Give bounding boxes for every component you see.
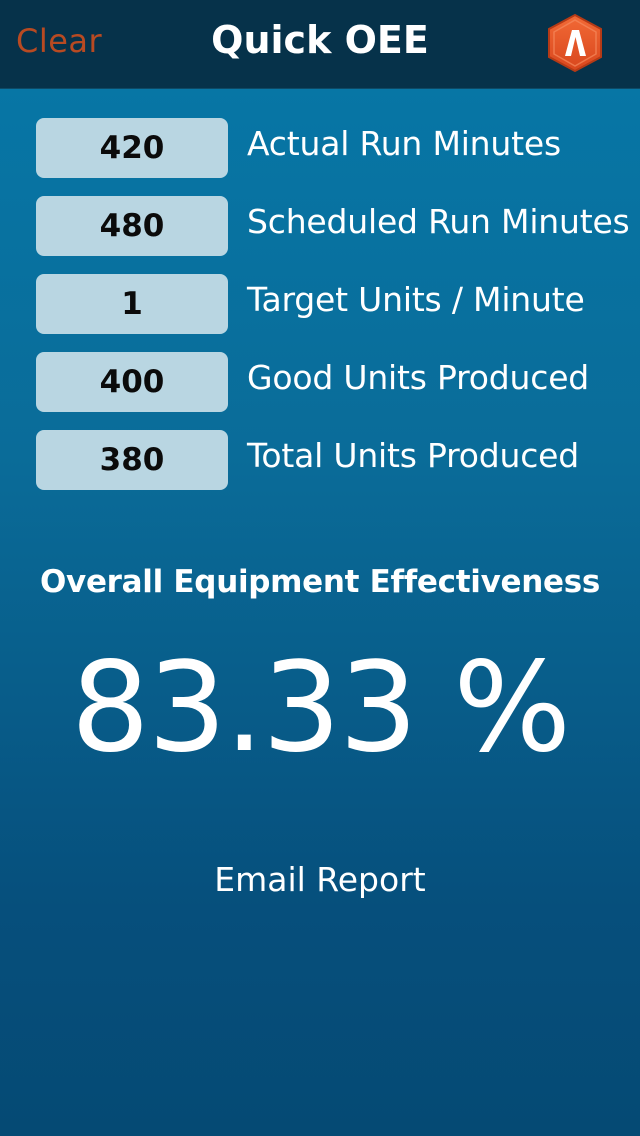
target-units-per-minute-field[interactable]: 1 xyxy=(36,274,228,334)
input-row-scheduled-run-minutes: 480 Scheduled Run Minutes xyxy=(36,196,630,256)
hexagon-logo-icon[interactable] xyxy=(546,13,604,73)
total-units-produced-field[interactable]: 380 xyxy=(36,430,228,490)
input-row-actual-run-minutes: 420 Actual Run Minutes xyxy=(36,118,626,178)
email-report-button[interactable]: Email Report xyxy=(0,860,640,899)
input-row-good-units-produced: 400 Good Units Produced xyxy=(36,352,626,412)
total-units-produced-label: Total Units Produced xyxy=(247,436,580,475)
scheduled-run-minutes-field[interactable]: 480 xyxy=(36,196,228,256)
input-row-total-units-produced: 380 Total Units Produced xyxy=(36,430,626,490)
scheduled-run-minutes-label: Scheduled Run Minutes xyxy=(247,202,630,241)
page-title: Quick OEE xyxy=(211,18,429,62)
oee-heading: Overall Equipment Effectiveness xyxy=(39,564,601,600)
input-list: 420 Actual Run Minutes 480 Scheduled Run… xyxy=(36,118,630,508)
oee-result-value: 83.33 % xyxy=(70,636,571,780)
navigation-bar: Clear Quick OEE xyxy=(0,0,640,89)
actual-run-minutes-label: Actual Run Minutes xyxy=(247,124,561,163)
actual-run-minutes-field[interactable]: 420 xyxy=(36,118,228,178)
good-units-produced-label: Good Units Produced xyxy=(247,358,590,397)
input-row-target-units-per-minute: 1 Target Units / Minute xyxy=(36,274,626,334)
good-units-produced-field[interactable]: 400 xyxy=(36,352,228,412)
target-units-per-minute-label: Target Units / Minute xyxy=(247,280,585,319)
